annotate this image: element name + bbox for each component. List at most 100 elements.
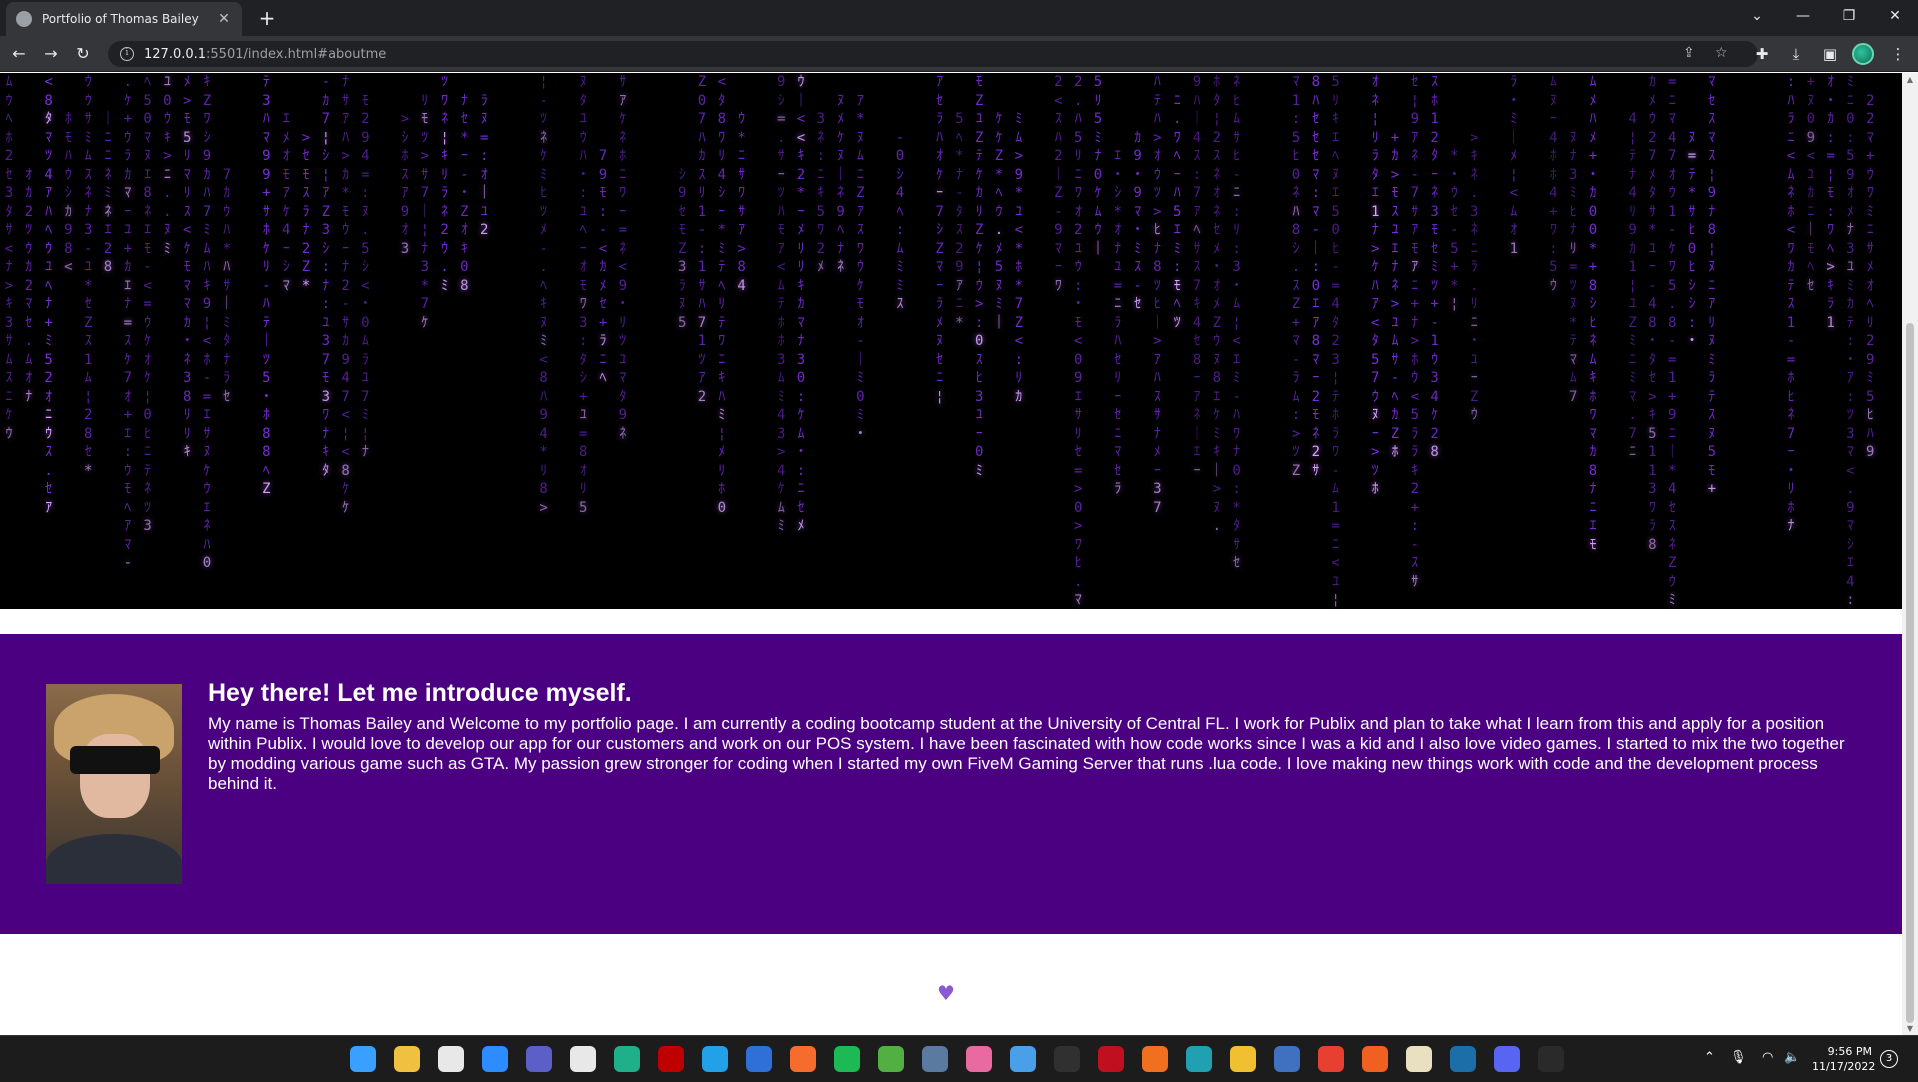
matrix-column: 9 ｼ = . ｻ ｰ ﾂ ﾊ ﾓ ｱ < ﾑ ﾃ ﾎ ﾎ 3 ﾑ ﾐ 4 3 … — [776, 74, 786, 534]
chrome-icon[interactable] — [1318, 1046, 1344, 1072]
matrix-column: - ｶ 7 ¦ ｼ ¦ ｱ Z 3 ｼ : ﾅ : ﾕ 3 7 ﾓ 3 ﾜ ﾅ … — [321, 74, 331, 479]
discord-icon[interactable] — [1494, 1046, 1520, 1072]
matrix-column: 3 ﾈ : ﾆ ｷ 5 ﾜ 2 ﾒ — [816, 111, 826, 275]
clock-time: 9:56 PM — [1827, 1045, 1872, 1058]
matrix-column: ﾑ ｳ ﾍ ﾎ 2 ｾ 3 ﾀ ｻ < ﾅ > ｷ 3 ｻ ﾑ ｽ ﾆ ｹ ｳ — [4, 74, 14, 442]
whiteboard-icon[interactable] — [1010, 1046, 1036, 1072]
terminal-icon[interactable] — [1538, 1046, 1564, 1072]
matrix-column: + ﾇ 0 9 < ﾕ ｶ ﾆ ｜ ﾓ ﾍ ｾ — [1803, 74, 1818, 294]
file-explorer-icon[interactable] — [1230, 1046, 1256, 1072]
matrix-column: + ｶ > ﾓ ｽ ﾕ ｴ ﾅ ﾈ > ﾕ ﾑ ｻ - ﾍ ｶ Z ﾎ — [1390, 129, 1400, 461]
slack-icon[interactable] — [438, 1046, 464, 1072]
matrix-column: ¦ - ﾂ ﾈ ｹ ﾐ ﾋ ﾂ ﾒ - . ﾍ ｷ ﾇ ﾐ < 8 ﾊ 9 4 … — [539, 74, 548, 516]
close-window-icon[interactable]: ✕ — [1872, 0, 1918, 32]
matrix-column: ｵ ・ ｶ : = ¦ ﾓ : ﾜ ﾍ > ｷ ﾗ 1 — [1823, 74, 1838, 331]
firefox-icon[interactable] — [1362, 1046, 1388, 1072]
matrix-column: 5 ﾘ ｷ ｴ ﾍ ﾇ ｴ 5 0 ﾋ - = 4 ﾀ 2 3 ¦ ﾃ ﾎ ﾗ … — [1331, 74, 1340, 608]
spotify-icon[interactable] — [834, 1046, 860, 1072]
nodes-icon[interactable] — [1142, 1046, 1168, 1072]
bookmark-star-icon[interactable]: ☆ — [1715, 45, 1728, 61]
url-path: :5501/index.html#aboutme — [206, 46, 387, 62]
wifi-icon[interactable]: ◠ — [1762, 1050, 1773, 1065]
zoom-icon[interactable] — [482, 1046, 508, 1072]
task-manager-icon[interactable] — [1274, 1046, 1300, 1072]
matrix-column: ﾘ ﾓ ﾂ > ｻ 7 ｜ ¦ ﾅ 3 * 7 ｹ — [417, 92, 432, 331]
forward-icon[interactable]: → — [38, 41, 64, 67]
matrix-column: ﾑ ﾒ ﾊ ﾒ + ・ ｶ 0 0 * + 8 ｼ ﾋ ﾈ ﾑ ｷ ﾎ ﾜ ﾏ … — [1586, 74, 1600, 553]
f1-game-icon[interactable] — [1098, 1046, 1124, 1072]
system-clock[interactable]: 9:56 PM 11/17/2022 — [1812, 1044, 1876, 1074]
matrix-column: . ｹ + ｳ ﾗ ｶ ﾏ ｰ ﾕ + ｶ ｴ ﾅ = ｽ ｹ 7 ｵ + ｴ … — [123, 74, 133, 571]
matrix-column: 7 9 ﾓ : - < ｶ ﾒ ｾ + ﾗ ﾆ ﾍ — [598, 148, 608, 386]
volume-icon[interactable]: 🔈 — [1784, 1050, 1800, 1065]
about-title: Hey there! Let me introduce myself. — [208, 679, 632, 707]
extensions-icon[interactable]: ✚ — [1750, 42, 1774, 66]
tab-close-icon[interactable]: ✕ — [216, 11, 232, 27]
calculator-icon[interactable] — [922, 1046, 948, 1072]
matrix-column: ﾅ ｻ ｱ ﾊ > ｶ * ﾓ ｳ ｰ ﾅ 2 - ｻ ｶ 9 4 7 < ¦ … — [341, 74, 350, 516]
vscode-icon[interactable] — [702, 1046, 728, 1072]
matrix-column: = ﾆ ﾏ 4 7 ｵ ｳ 1 - ｹ ﾜ 5 . 8 - = 1 + 9 ﾆ … — [1665, 74, 1680, 608]
site-info-icon[interactable]: i — [120, 47, 134, 61]
scroll-down-icon[interactable]: ▼ — [1905, 1024, 1915, 1033]
matrix-column: ﾃ 3 ﾊ ﾏ 9 9 + ｻ ﾎ ｹ ﾘ - ﾊ ﾃ ｜ ﾂ 5 ・ ﾎ 8 … — [259, 74, 274, 497]
browser-toolbar: ← → ↻ i 127.0.0.1 :5501/index.html#about… — [0, 36, 1918, 72]
steam-icon[interactable] — [1450, 1046, 1476, 1072]
matrix-column: ｽ ﾎ 1 2 ﾀ ｰ ﾈ 3 ﾓ ｾ ﾐ ﾂ + - 1 ｳ 3 4 ｹ 2 … — [1430, 74, 1439, 460]
matrix-column: ﾊ ﾃ ﾊ > ｵ ｳ ﾂ > ﾋ ﾅ 8 ﾂ ﾋ ｜ > ｱ ﾊ ｽ ｻ ﾅ … — [1150, 74, 1165, 516]
show-hidden-icons-icon[interactable]: ⌃ — [1704, 1050, 1715, 1065]
matrix-column: ｴ ﾒ ｵ ﾓ ｱ ｹ 4 ｰ ｼ ﾏ — [281, 111, 291, 294]
new-tab-button[interactable]: + — [254, 6, 280, 32]
filezilla-icon[interactable] — [658, 1046, 684, 1072]
tab-search-icon[interactable]: ⌄ — [1734, 0, 1780, 32]
menu-kebab-icon[interactable]: ⋮ — [1886, 42, 1910, 66]
about-me-section: Hey there! Let me introduce myself. My n… — [0, 634, 1902, 934]
tab-portfolio[interactable]: Portfolio of Thomas Bailey ✕ — [6, 2, 242, 36]
page-viewport: ﾑ ｳ ﾍ ﾎ 2 ｾ 3 ﾀ ｻ < ﾅ > ｷ 3 ｻ ﾑ ｽ ﾆ ｹ ｳ … — [0, 73, 1902, 1035]
matrix-column: ｵ ﾈ ¦ ﾘ ﾗ ﾀ ｴ 1 ﾅ > ｹ ﾊ ｱ < ﾀ 5 7 ｳ ﾇ ｰ … — [1370, 74, 1380, 497]
windows-start-icon[interactable] — [350, 1046, 376, 1072]
keyboard-app-icon[interactable] — [1054, 1046, 1080, 1072]
notification-badge[interactable]: 3 — [1880, 1050, 1898, 1068]
matrix-column: 5 ﾘ 5 ﾐ ﾅ 0 ｹ ﾑ ｳ ｜ — [1091, 74, 1105, 257]
gitkraken-icon[interactable] — [614, 1046, 640, 1072]
download-icon[interactable]: ⤓ — [1784, 42, 1808, 66]
matrix-column: ﾕ 0 ｳ ｷ > ﾆ . . ﾇ ﾐ — [163, 74, 172, 257]
matrix-column: ﾎ ﾓ ﾊ ｳ ｼ ｶ 9 8 < — [64, 111, 73, 275]
xbox-icon[interactable] — [878, 1046, 904, 1072]
matrix-column: - 0 ｼ 4 ﾍ : ﾑ ﾐ ﾐ ｽ — [895, 129, 905, 313]
matrix-column: ｴ ・ ｼ * ｵ ﾅ ﾕ = ﾆ ﾗ ﾊ ｾ ﾘ ｰ ｾ ﾆ ﾏ ｾ ﾗ — [1110, 148, 1125, 497]
reload-icon[interactable]: ↻ — [70, 41, 96, 67]
address-bar[interactable]: i 127.0.0.1 :5501/index.html#aboutme — [108, 41, 1758, 67]
restore-icon[interactable]: ❐ — [1826, 0, 1872, 32]
git-icon[interactable] — [394, 1046, 420, 1072]
edge-icon[interactable] — [746, 1046, 772, 1072]
waveform-icon[interactable] — [1186, 1046, 1212, 1072]
scroll-up-icon[interactable]: ▲ — [1905, 75, 1915, 84]
matrix-column: ﾇ ﾀ ﾕ ｳ ﾊ ・ : ﾕ ﾍ ｰ ｵ ﾓ ﾜ 3 : ﾀ ｼ + ﾕ = … — [576, 74, 591, 516]
page-scrollbar[interactable]: ▲ ▼ — [1902, 73, 1918, 1035]
matrix-column: ｜ ﾆ ﾆ ﾈ ﾐ ﾈ ｴ 2 8 — [101, 111, 115, 275]
acrobat-icon[interactable] — [570, 1046, 596, 1072]
url-host: 127.0.0.1 — [144, 46, 207, 62]
matrix-column: ﾐ ﾑ > 9 * ﾕ < * ﾎ * 7 Z < : ﾘ ｶ — [1014, 111, 1024, 405]
photos-icon[interactable] — [966, 1046, 992, 1072]
clock-date: 11/17/2022 — [1812, 1060, 1876, 1073]
share-icon[interactable]: ⇪ — [1683, 45, 1695, 61]
teams-icon[interactable] — [526, 1046, 552, 1072]
back-icon[interactable]: ← — [6, 41, 32, 67]
matrix-column: ﾎ ﾀ ¦ 2 ｽ ﾈ ｵ ﾈ ｾ ﾒ ・ ｵ ﾒ Z ｳ ﾇ 8 ｴ ｹ ﾐ … — [1209, 74, 1224, 534]
tab-strip: Portfolio of Thomas Bailey ✕ + ⌄ — ❐ ✕ — [0, 0, 1918, 36]
minimize-icon[interactable]: — — [1780, 0, 1826, 32]
origin-icon[interactable] — [790, 1046, 816, 1072]
matrix-column: ﾓ Z ﾕ Z ﾃ ｹ ｶ ﾘ Z ｹ ¦ ｳ > : 0 ｽ ﾋ 3 ﾕ ｰ … — [974, 74, 984, 479]
matrix-column: ｻ ｱ ｹ ﾈ ﾎ ﾆ ﾜ ｰ = ﾈ < 9 ・ ﾘ ﾂ ﾕ ﾏ ﾀ 9 ﾈ — [615, 74, 630, 442]
notepad-icon[interactable] — [1406, 1046, 1432, 1072]
side-panel-icon[interactable]: ▣ — [1818, 42, 1842, 66]
matrix-column: ｱ ｾ ﾗ ﾊ ｵ ｹ ｰ 7 ｼ Z ﾏ ｰ ﾗ ﾒ ﾇ ｾ ﾆ ¦ — [935, 74, 944, 405]
matrix-column: < ﾀ 8 ﾜ ﾘ 4 ｼ ｰ * ﾐ ﾃ ﾍ ﾘ ﾃ ﾜ ﾆ ｷ ﾊ ﾐ ¦ … — [717, 74, 727, 516]
scroll-thumb[interactable] — [1906, 323, 1914, 1023]
profile-avatar[interactable] — [1852, 43, 1874, 65]
matrix-column: 2 2 ﾏ + ｳ ﾜ ﾐ ﾆ ｻ ﾒ ｵ ﾍ ﾘ 2 9 ﾐ 5 ﾋ ﾊ 9 — [1865, 92, 1875, 461]
microphone-icon[interactable]: 🎙 — [1730, 1050, 1747, 1065]
